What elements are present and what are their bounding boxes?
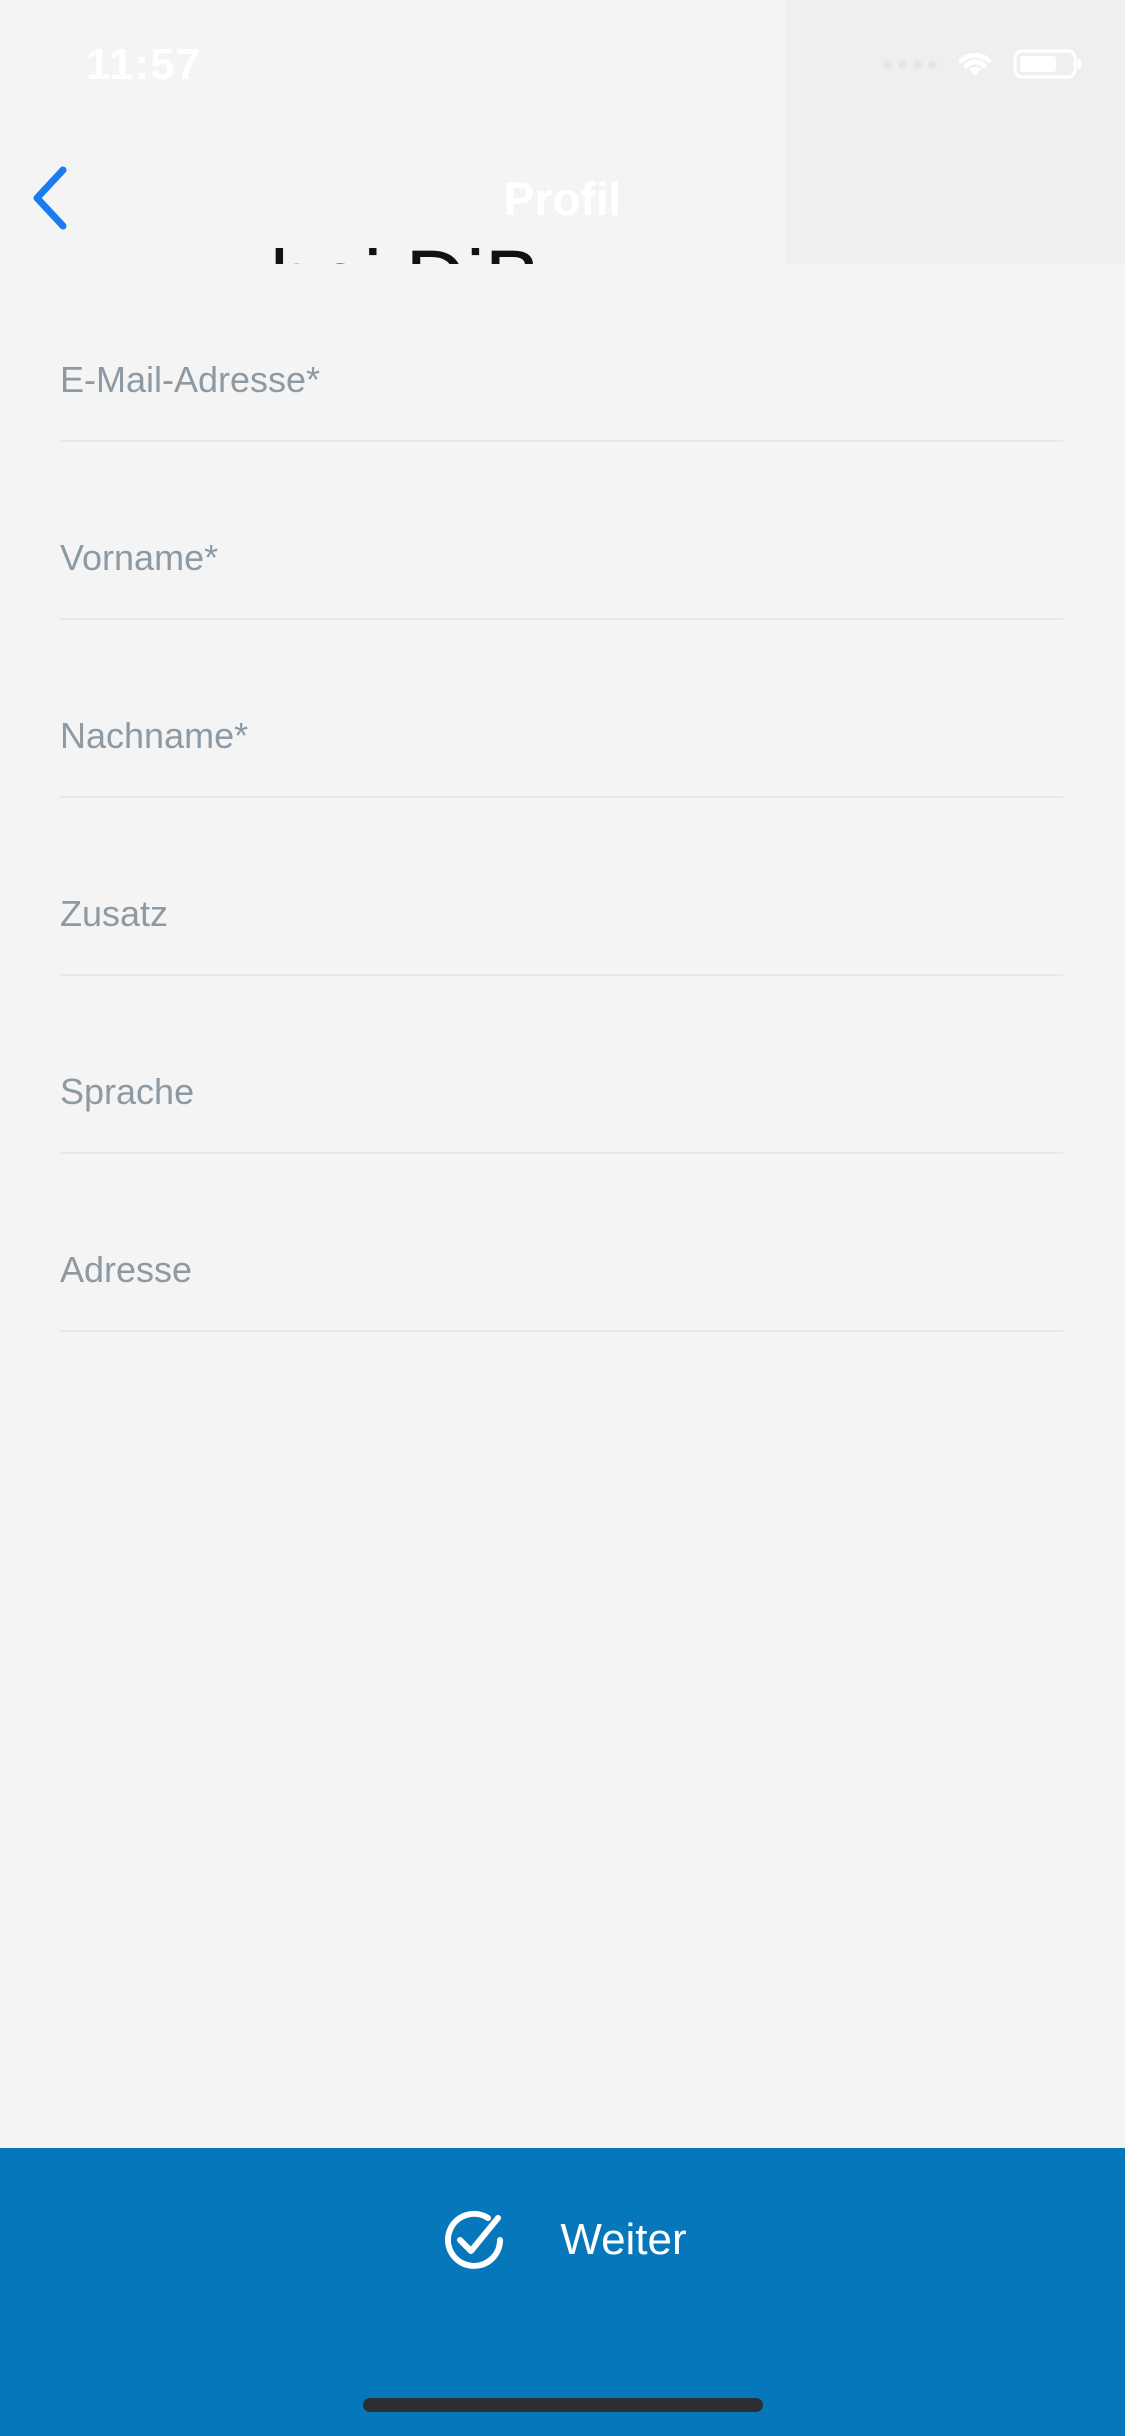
email-input[interactable] [60,264,1067,442]
page-title: Profil [503,173,622,225]
last-name-input[interactable] [60,620,1067,798]
weiter-label: Weiter [560,2215,687,2264]
battery-icon [1013,49,1081,79]
navigation-bar: Profil [0,132,1125,264]
status-indicators [883,48,1083,80]
first-name-input[interactable] [60,442,1067,620]
home-indicator [363,2398,763,2412]
weiter-button[interactable]: Weiter [0,2148,1125,2332]
language-input[interactable] [60,976,1067,1154]
first-name-field[interactable]: Vorname* [60,442,1067,620]
status-time: 11:57 [86,40,202,89]
address-label: Adresse [60,1249,193,1290]
first-name-label: Vorname* [60,537,219,578]
email-field[interactable]: E-Mail-Adresse* [60,264,1067,442]
language-field[interactable]: Sprache [60,976,1067,1154]
email-label: E-Mail-Adresse* [60,359,321,400]
language-label: Sprache [60,1071,195,1112]
footer-bar: Weiter [0,2148,1125,2436]
suffix-label: Zusatz [60,893,169,934]
address-input[interactable] [60,1154,1067,1332]
status-bar: 11:57 [0,0,1125,132]
last-name-field[interactable]: Nachname* [60,620,1067,798]
suffix-field[interactable]: Zusatz [60,798,1067,976]
last-name-label: Nachname* [60,715,249,756]
wifi-icon [958,52,992,76]
check-circle-icon [445,2210,504,2269]
suffix-input[interactable] [60,798,1067,976]
cellular-signal-icon [883,59,937,69]
profile-form: E-Mail-Adresse* Vorname* Nachname* Zusat… [0,264,1125,2148]
address-field[interactable]: Adresse [60,1154,1067,1332]
